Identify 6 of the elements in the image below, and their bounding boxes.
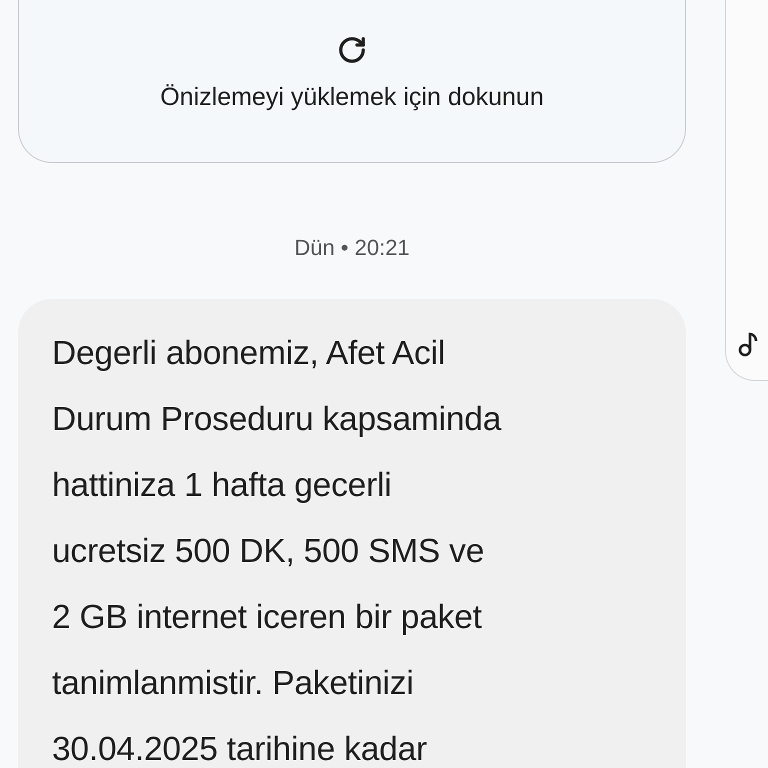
preview-hint: Önizlemeyi yüklemek için dokunun — [160, 83, 544, 112]
message-text: Degerli abonemiz, Afet Acil Durum Proseduru kapsaminda hattiniza 1 hafta gecerli ucretsiz 500 DK, 500 SMS ve 2 GB internet iceren bir paket tanimlanmistir. Paketinizi 30.04.2025 tarihine kadar — [52, 334, 502, 768]
music-note-icon[interactable] — [738, 331, 758, 357]
refresh-icon — [337, 35, 367, 65]
link-preview-card[interactable]: Önizlemeyi yüklemek için dokunun — [18, 0, 686, 163]
message-timestamp: Dün • 20:21 — [294, 235, 410, 261]
